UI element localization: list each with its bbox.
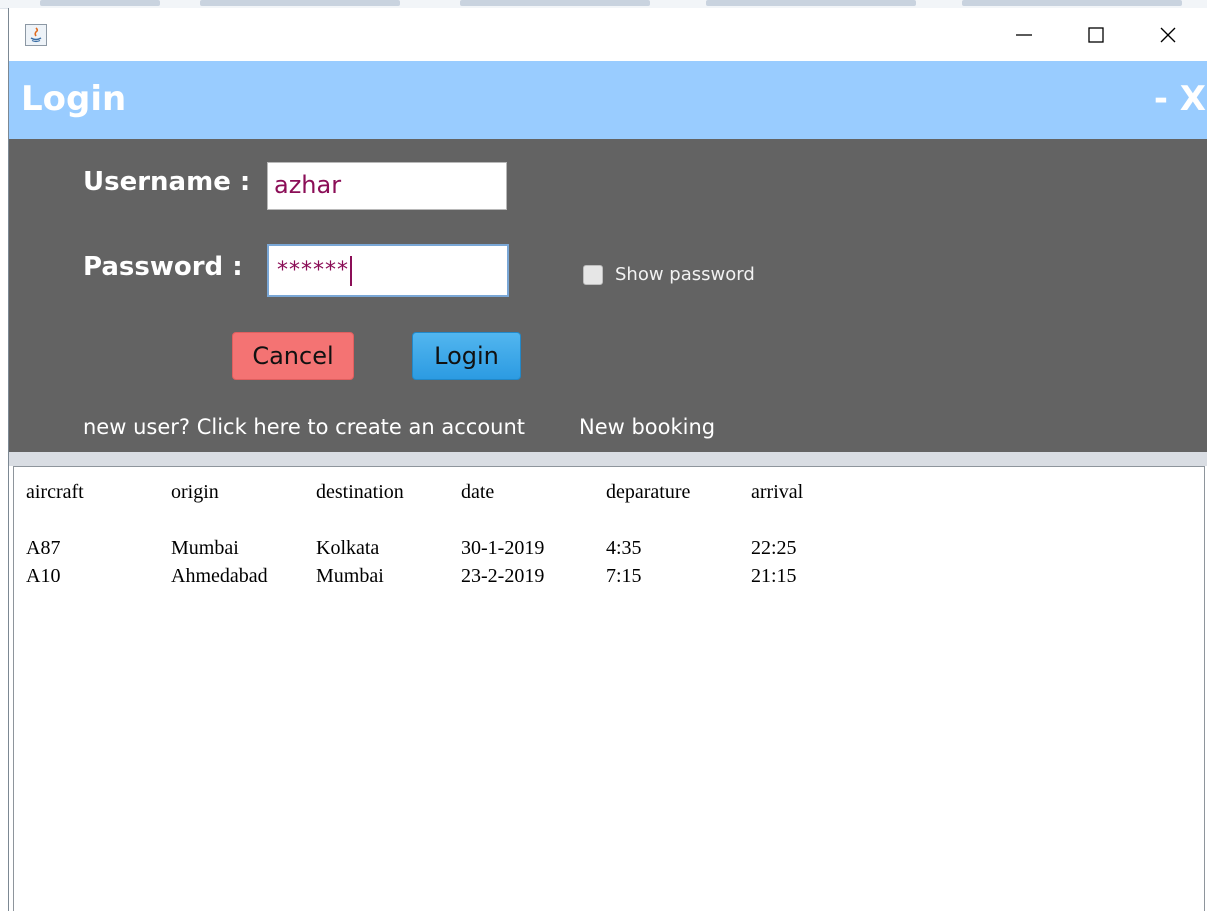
minimize-icon <box>1016 33 1032 36</box>
password-value: ****** <box>277 258 349 283</box>
column-header: date <box>461 481 495 503</box>
flights-table-area[interactable]: aircraft origin destination date deparat… <box>13 466 1205 911</box>
java-icon <box>25 24 47 46</box>
table-cell: Mumbai <box>171 537 239 559</box>
column-header: origin <box>171 481 219 503</box>
username-label: Username : <box>83 167 251 197</box>
username-value: azhar <box>274 171 342 199</box>
column-header: deparature <box>606 481 691 503</box>
table-cell: 30-1-2019 <box>461 537 545 559</box>
password-field[interactable]: ****** <box>267 244 509 297</box>
column-header: aircraft <box>26 481 84 503</box>
login-header: Login - X <box>9 61 1207 139</box>
header-minimize-button[interactable]: - <box>1154 79 1168 119</box>
column-header: arrival <box>751 481 804 503</box>
password-label: Password : <box>83 252 243 282</box>
login-window: Login - X Username : azhar Password : **… <box>8 8 1207 911</box>
login-form-panel: Username : azhar Password : ****** Show … <box>9 139 1207 452</box>
minimize-button[interactable] <box>989 8 1059 61</box>
table-cell: Mumbai <box>316 565 384 587</box>
table-cell: 4:35 <box>606 537 642 559</box>
column-header: destination <box>316 481 404 503</box>
show-password-toggle[interactable]: Show password <box>583 264 755 285</box>
maximize-button[interactable] <box>1061 8 1131 61</box>
cancel-button[interactable]: Cancel <box>232 332 354 380</box>
login-button[interactable]: Login <box>412 332 521 380</box>
close-icon <box>1160 27 1176 42</box>
create-account-link[interactable]: new user? Click here to create an accoun… <box>83 415 525 439</box>
new-booking-link[interactable]: New booking <box>579 415 715 439</box>
table-cell: 23-2-2019 <box>461 565 545 587</box>
header-controls: - X <box>1154 77 1206 121</box>
maximize-icon <box>1088 26 1104 43</box>
table-cell: 22:25 <box>751 537 797 559</box>
show-password-label: Show password <box>615 264 755 285</box>
text-caret <box>350 256 352 286</box>
close-button[interactable] <box>1133 8 1203 61</box>
header-close-button[interactable]: X <box>1180 79 1206 119</box>
page-title: Login <box>21 79 127 119</box>
username-field[interactable]: azhar <box>267 162 507 210</box>
table-cell: A87 <box>26 537 61 559</box>
title-bar <box>9 8 1207 61</box>
table-cell: 7:15 <box>606 565 642 587</box>
panel-separator <box>9 452 1207 466</box>
table-cell: Kolkata <box>316 537 380 559</box>
table-cell: Ahmedabad <box>171 565 268 587</box>
show-password-checkbox[interactable] <box>583 264 603 285</box>
table-cell: A10 <box>26 565 61 587</box>
table-cell: 21:15 <box>751 565 797 587</box>
